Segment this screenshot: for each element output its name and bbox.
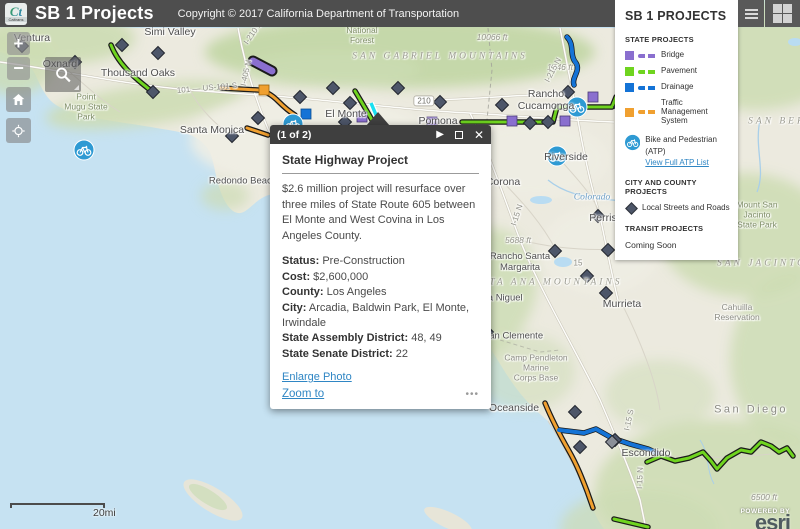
search-button[interactable] — [45, 57, 81, 92]
atp-label: Bike and Pedestrian (ATP) — [645, 135, 717, 155]
popup-leader-triangle — [366, 112, 390, 126]
zoom-out-button[interactable]: − — [7, 57, 30, 80]
enlarge-photo-link[interactable]: Enlarge Photo — [282, 371, 352, 383]
sb1-projects-map-app: VenturaSimi ValleyThousand OaksOxnardPoi… — [0, 0, 800, 529]
bike-marker[interactable] — [567, 97, 587, 117]
popup-footer: Zoom to ••• — [270, 386, 491, 409]
field-senate-district: State Senate District: 22 — [282, 347, 479, 362]
esri-attribution: POWERED BY esri — [741, 508, 790, 529]
legend-title: SB 1 PROJECTS — [625, 9, 730, 23]
locate-button[interactable] — [6, 118, 31, 143]
drainage-point-marker[interactable] — [301, 109, 311, 119]
app-header: Ct Caltrans SB 1 Projects Copyright © 20… — [0, 0, 615, 27]
bridge-line-icon — [638, 54, 657, 58]
menu-button[interactable] — [738, 0, 764, 27]
view-atp-list-link[interactable]: View Full ATP List — [645, 158, 709, 167]
legend-item-bridge: Bridge — [625, 51, 730, 60]
home-icon — [12, 92, 25, 107]
zoom-to-link[interactable]: Zoom to — [282, 388, 324, 400]
hamburger-icon — [745, 9, 758, 11]
scale-bar — [10, 503, 105, 508]
locate-icon — [12, 123, 25, 139]
legend-item-tms: Traffic Management System — [625, 99, 730, 125]
page-title: SB 1 Projects — [35, 3, 154, 24]
popup-close-button[interactable]: ✕ — [474, 129, 484, 141]
field-cost: Cost: $2,600,000 — [282, 270, 479, 285]
bridge-point-marker[interactable] — [588, 92, 598, 102]
tms-swatch-icon — [625, 108, 634, 117]
tms-line-icon — [638, 110, 657, 114]
esri-logo: esri — [741, 515, 790, 529]
pavement-line-icon — [638, 70, 657, 74]
field-assembly-district: State Assembly District: 48, 49 — [282, 331, 479, 346]
popup-pager: (1 of 2) — [277, 129, 425, 141]
legend-item-pavement: Pavement — [625, 67, 730, 76]
bike-icon — [625, 134, 640, 151]
resize-corner-icon — [74, 85, 79, 90]
popup-maximize-button[interactable] — [455, 131, 463, 139]
tms-point-marker[interactable] — [259, 85, 269, 95]
legend-city-heading: CITY AND COUNTY PROJECTS — [625, 178, 730, 196]
popup-more-options[interactable]: ••• — [465, 389, 479, 400]
bridge-point-marker[interactable] — [560, 116, 570, 126]
field-status: Status: Pre-Construction — [282, 254, 479, 269]
pavement-swatch-icon — [625, 67, 634, 76]
legend-item-atp: Bike and Pedestrian (ATP) View Full ATP … — [625, 134, 730, 168]
bike-marker[interactable] — [74, 140, 94, 160]
popup-header[interactable]: (1 of 2) ▶ ✕ — [270, 125, 491, 144]
legend-item-drainage: Drainage — [625, 83, 730, 92]
popup-description: $2.6 million project will resurface over… — [282, 182, 479, 244]
legend-item-local-streets: Local Streets and Roads — [625, 203, 730, 214]
zoom-in-button[interactable]: + — [7, 32, 30, 55]
maximize-icon — [455, 131, 463, 139]
diamond-icon — [625, 202, 638, 215]
grid-icon — [773, 4, 792, 23]
home-button[interactable] — [6, 87, 31, 112]
caltrans-logo: Ct Caltrans — [5, 3, 27, 25]
bridge-swatch-icon — [625, 51, 634, 60]
search-icon — [52, 64, 74, 86]
drainage-swatch-icon — [625, 83, 634, 92]
field-county: County: Los Angeles — [282, 285, 479, 300]
copyright-text: Copyright © 2017 California Department o… — [178, 8, 459, 20]
bike-marker[interactable] — [547, 146, 567, 166]
transit-coming-soon: Coming Soon — [625, 240, 730, 250]
scale-label: 20mi — [93, 507, 116, 519]
legend-state-heading: STATE PROJECTS — [625, 35, 730, 44]
drainage-line-icon — [638, 86, 657, 90]
legend-panel: SB 1 PROJECTS STATE PROJECTS Bridge Pave… — [615, 0, 738, 260]
basemap-gallery-button[interactable] — [765, 0, 800, 27]
field-city: City: Arcadia, Baldwin Park, El Monte, I… — [282, 301, 479, 332]
feature-popup: (1 of 2) ▶ ✕ State Highway Project $2.6 … — [270, 125, 491, 409]
popup-title: State Highway Project — [282, 153, 479, 174]
legend-transit-heading: TRANSIT PROJECTS — [625, 224, 730, 233]
popup-body: State Highway Project $2.6 million proje… — [270, 144, 491, 386]
popup-next-button[interactable]: ▶ — [436, 130, 444, 140]
bridge-point-marker[interactable] — [507, 116, 517, 126]
